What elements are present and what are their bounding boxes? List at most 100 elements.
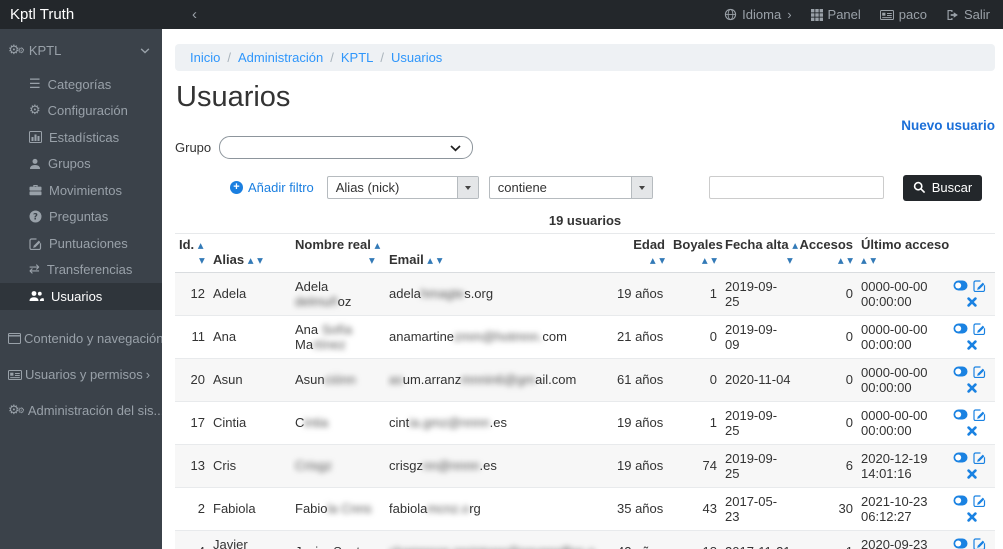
toggle-icon[interactable]	[953, 280, 968, 291]
sort-asc-icon[interactable]: ▲	[861, 256, 867, 265]
cell-age: 21 años	[613, 314, 669, 359]
toggle-icon[interactable]	[953, 409, 968, 420]
column-header-fecha-alta: Fecha alta ▲ ▼	[721, 232, 798, 273]
chart-icon	[29, 131, 42, 144]
sort-asc-icon[interactable]: ▲	[838, 256, 844, 265]
topbar-item-paco[interactable]: paco	[879, 7, 927, 22]
cell-signup-date: 2019-09-09	[721, 314, 795, 359]
last-access-date: 2020-12-19	[861, 450, 928, 466]
toggle-icon[interactable]	[953, 452, 968, 463]
cell-last-access: 0000-00-00 00:00:00	[857, 271, 949, 316]
new-user-link[interactable]: Nuevo usuario	[901, 118, 995, 133]
sidebar-item-usuarios[interactable]: Usuarios	[0, 283, 162, 310]
sidebar-group-label: Usuarios y permisos	[25, 367, 143, 382]
sidebar-items: ☰ Categorías ⚙ Configuración Estadísticas Gru…	[0, 71, 162, 310]
sort-asc-icon[interactable]: ▲	[792, 241, 798, 250]
sort-asc-icon[interactable]: ▲	[702, 256, 708, 265]
cell-last-access: 2020-12-19 14:01:16	[857, 443, 949, 488]
toggle-icon[interactable]	[953, 323, 968, 334]
delete-icon[interactable]	[967, 469, 977, 480]
sidebar-item-puntuaciones[interactable]: Puntuaciones	[0, 230, 162, 257]
cell-name: Adela delmuñoz	[291, 271, 385, 316]
cell-boyales: 1	[669, 400, 721, 445]
filter-operator-select[interactable]: contiene	[488, 176, 653, 200]
cell-access-count: 1	[795, 529, 857, 549]
sidebar-item-movimientos[interactable]: Movimientos	[0, 177, 162, 204]
filter-field-caret-button[interactable]	[456, 177, 478, 199]
sidebar-item-estadisticas[interactable]: Estadísticas	[0, 124, 162, 151]
edit-icon[interactable]	[973, 279, 986, 292]
delete-icon[interactable]	[967, 340, 977, 351]
filter-field-select[interactable]: Alias (nick)	[326, 176, 479, 200]
sidebar-item-grupos[interactable]: Grupos	[0, 151, 162, 178]
topbar-item-idioma[interactable]: Idioma ›	[724, 7, 792, 22]
sort-desc-icon[interactable]: ▼	[437, 256, 443, 265]
topbar-item-panel[interactable]: Panel	[810, 7, 861, 22]
redacted-text: la Cnns	[327, 501, 372, 517]
sidebar-group-usuarios-y-permisos[interactable]: Usuarios y permisos ›	[0, 357, 162, 393]
filter-value-input[interactable]	[708, 176, 884, 200]
edit-icon[interactable]	[973, 494, 986, 507]
group-select[interactable]	[219, 135, 474, 159]
delete-icon[interactable]	[967, 383, 977, 394]
globe-icon	[724, 8, 737, 21]
sort-desc-icon[interactable]: ▼	[847, 256, 853, 265]
toggle-icon[interactable]	[953, 538, 968, 549]
cell-id: 13	[175, 443, 209, 488]
sort-asc-icon[interactable]: ▲	[374, 241, 380, 250]
sidebar-group-administracion-del-sis[interactable]: ⚙⚙Administración del sis...›	[0, 393, 172, 429]
sort-desc-icon[interactable]: ▼	[257, 256, 263, 265]
search-button-label: Buscar	[931, 180, 973, 196]
sort-asc-icon[interactable]: ▲	[248, 256, 254, 265]
sidebar-item-transferencias[interactable]: ⇄ Transferencias	[0, 257, 162, 284]
sort-asc-icon[interactable]: ▲	[198, 241, 204, 250]
breadcrumb-link[interactable]: Inicio	[190, 50, 220, 65]
sidebar-item-preguntas[interactable]: ? Preguntas	[0, 204, 162, 231]
cell-signup-date: 2017-11-21	[721, 529, 795, 549]
edit-icon[interactable]	[973, 322, 986, 335]
toggle-icon[interactable]	[953, 495, 968, 506]
column-header-nombre-real: Nombre real ▲ ▼	[291, 232, 385, 273]
sort-desc-icon[interactable]: ▼	[787, 256, 793, 265]
add-filter-link[interactable]: + Añadir filtro	[230, 180, 314, 195]
delete-icon[interactable]	[967, 426, 977, 437]
search-button[interactable]: Buscar	[902, 174, 983, 201]
delete-icon[interactable]	[967, 512, 977, 523]
toggle-icon[interactable]	[953, 366, 968, 377]
filter-operator-caret-button[interactable]	[630, 177, 652, 199]
edit-icon[interactable]	[973, 451, 986, 464]
sort-desc-icon[interactable]: ▼	[711, 256, 717, 265]
sort-asc-icon[interactable]: ▲	[427, 256, 433, 265]
sidebar-collapse-icon[interactable]: ‹	[192, 6, 197, 23]
table-row: 2 Fabiola Fabiola Cnns fabiolamcnz.org 35 añ…	[175, 486, 995, 531]
sort-desc-icon[interactable]: ▼	[199, 256, 205, 265]
breadcrumb-link[interactable]: KPTL	[341, 50, 374, 65]
sidebar-group-contenido-y-navegacion[interactable]: Contenido y navegación›	[0, 321, 171, 357]
cell-alias: Fabiola	[209, 486, 291, 531]
sidebar-item-configuracion[interactable]: ⚙ Configuración	[0, 98, 162, 125]
edit-icon[interactable]	[973, 365, 986, 378]
cell-alias: Cris	[209, 443, 291, 488]
sort-desc-icon[interactable]: ▼	[659, 256, 665, 265]
sort-desc-icon[interactable]: ▼	[870, 256, 876, 265]
cell-actions	[949, 357, 995, 402]
group-filter-label: Grupo	[175, 139, 212, 155]
table-header-row: Id. ▲ ▼ Alias ▲ ▼ Nombre real ▲ ▼ Email ▲ ▼…	[175, 232, 995, 273]
sidebar-item-categorias[interactable]: ☰ Categorías	[0, 71, 162, 98]
sidebar-section-kptl[interactable]: ⚙ ⚙ KPTL	[0, 29, 162, 71]
cell-access-count: 6	[795, 443, 857, 488]
cell-boyales: 1	[669, 271, 721, 316]
topbar-item-label: Idioma	[742, 7, 782, 22]
caret-down-icon	[638, 185, 645, 190]
topbar-item-salir[interactable]: Salir	[946, 7, 990, 22]
sidebar-item-label: Categorías	[47, 76, 112, 92]
cell-name: Fabiola Cnns	[291, 486, 385, 531]
edit-icon[interactable]	[973, 408, 986, 421]
breadcrumb-link[interactable]: Usuarios	[391, 50, 442, 65]
sort-desc-icon[interactable]: ▼	[369, 256, 375, 265]
delete-icon[interactable]	[967, 297, 977, 308]
sort-asc-icon[interactable]: ▲	[650, 256, 656, 265]
edit-icon[interactable]	[973, 537, 986, 549]
breadcrumb-link[interactable]: Administración	[238, 50, 323, 65]
redacted-text: rtínez	[313, 336, 346, 352]
